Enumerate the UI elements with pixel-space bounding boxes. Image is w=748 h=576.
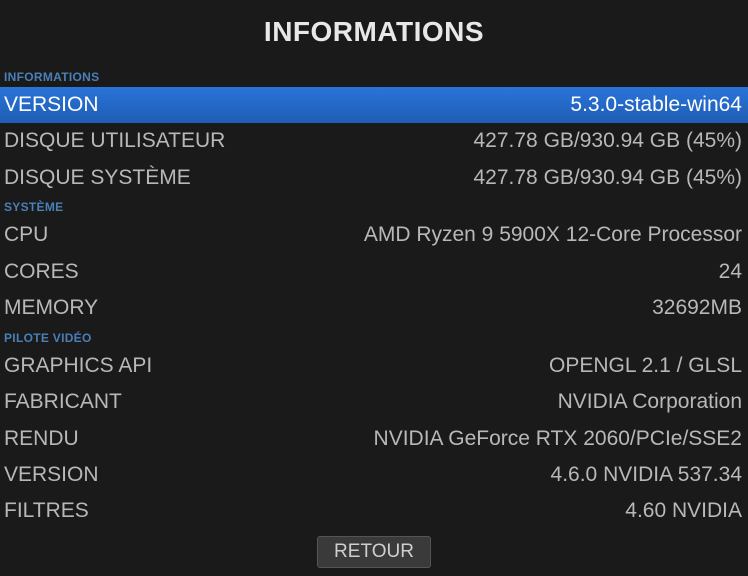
row-memory-value: 32692MB: [652, 293, 742, 323]
row-cores[interactable]: CORES 24: [0, 254, 748, 290]
row-cpu[interactable]: CPU AMD Ryzen 9 5900X 12-Core Processor: [0, 217, 748, 253]
row-graphics-api[interactable]: GRAPHICS API OPENGL 2.1 / GLSL: [0, 348, 748, 384]
row-disque-systeme[interactable]: DISQUE SYSTÈME 427.78 GB/930.94 GB (45%): [0, 160, 748, 196]
row-rendu[interactable]: RENDU NVIDIA GeForce RTX 2060/PCIe/SSE2: [0, 421, 748, 457]
row-disque-utilisateur[interactable]: DISQUE UTILISATEUR 427.78 GB/930.94 GB (…: [0, 123, 748, 159]
back-button[interactable]: RETOUR: [317, 536, 431, 568]
page-title: INFORMATIONS: [0, 0, 748, 66]
row-disque-systeme-label: DISQUE SYSTÈME: [4, 163, 191, 193]
row-version-driver-value: 4.6.0 NVIDIA 537.34: [551, 460, 742, 490]
row-memory-label: MEMORY: [4, 293, 98, 323]
row-filtres[interactable]: FILTRES 4.60 NVIDIA: [0, 493, 748, 529]
row-fabricant[interactable]: FABRICANT NVIDIA Corporation: [0, 384, 748, 420]
row-filtres-label: FILTRES: [4, 496, 89, 526]
row-version-driver[interactable]: VERSION 4.6.0 NVIDIA 537.34: [0, 457, 748, 493]
row-fabricant-label: FABRICANT: [4, 387, 122, 417]
row-cores-value: 24: [719, 257, 742, 287]
section-header-informations: INFORMATIONS: [0, 66, 748, 87]
row-disque-systeme-value: 427.78 GB/930.94 GB (45%): [474, 163, 743, 193]
row-filtres-value: 4.60 NVIDIA: [625, 496, 742, 526]
section-header-pilote-video: PILOTE VIDÉO: [0, 327, 748, 348]
section-header-systeme: SYSTÈME: [0, 196, 748, 217]
row-cpu-label: CPU: [4, 220, 48, 250]
row-version-driver-label: VERSION: [4, 460, 99, 490]
row-version-value: 5.3.0-stable-win64: [570, 90, 742, 120]
row-graphics-api-value: OPENGL 2.1 / GLSL: [549, 351, 742, 381]
row-rendu-value: NVIDIA GeForce RTX 2060/PCIe/SSE2: [374, 424, 742, 454]
row-disque-utilisateur-label: DISQUE UTILISATEUR: [4, 126, 225, 156]
row-cores-label: CORES: [4, 257, 79, 287]
row-version[interactable]: VERSION 5.3.0-stable-win64: [0, 87, 748, 123]
row-rendu-label: RENDU: [4, 424, 79, 454]
row-memory[interactable]: MEMORY 32692MB: [0, 290, 748, 326]
row-fabricant-value: NVIDIA Corporation: [558, 387, 742, 417]
row-graphics-api-label: GRAPHICS API: [4, 351, 152, 381]
row-cpu-value: AMD Ryzen 9 5900X 12-Core Processor: [364, 220, 742, 250]
row-disque-utilisateur-value: 427.78 GB/930.94 GB (45%): [474, 126, 743, 156]
row-version-label: VERSION: [4, 90, 99, 120]
